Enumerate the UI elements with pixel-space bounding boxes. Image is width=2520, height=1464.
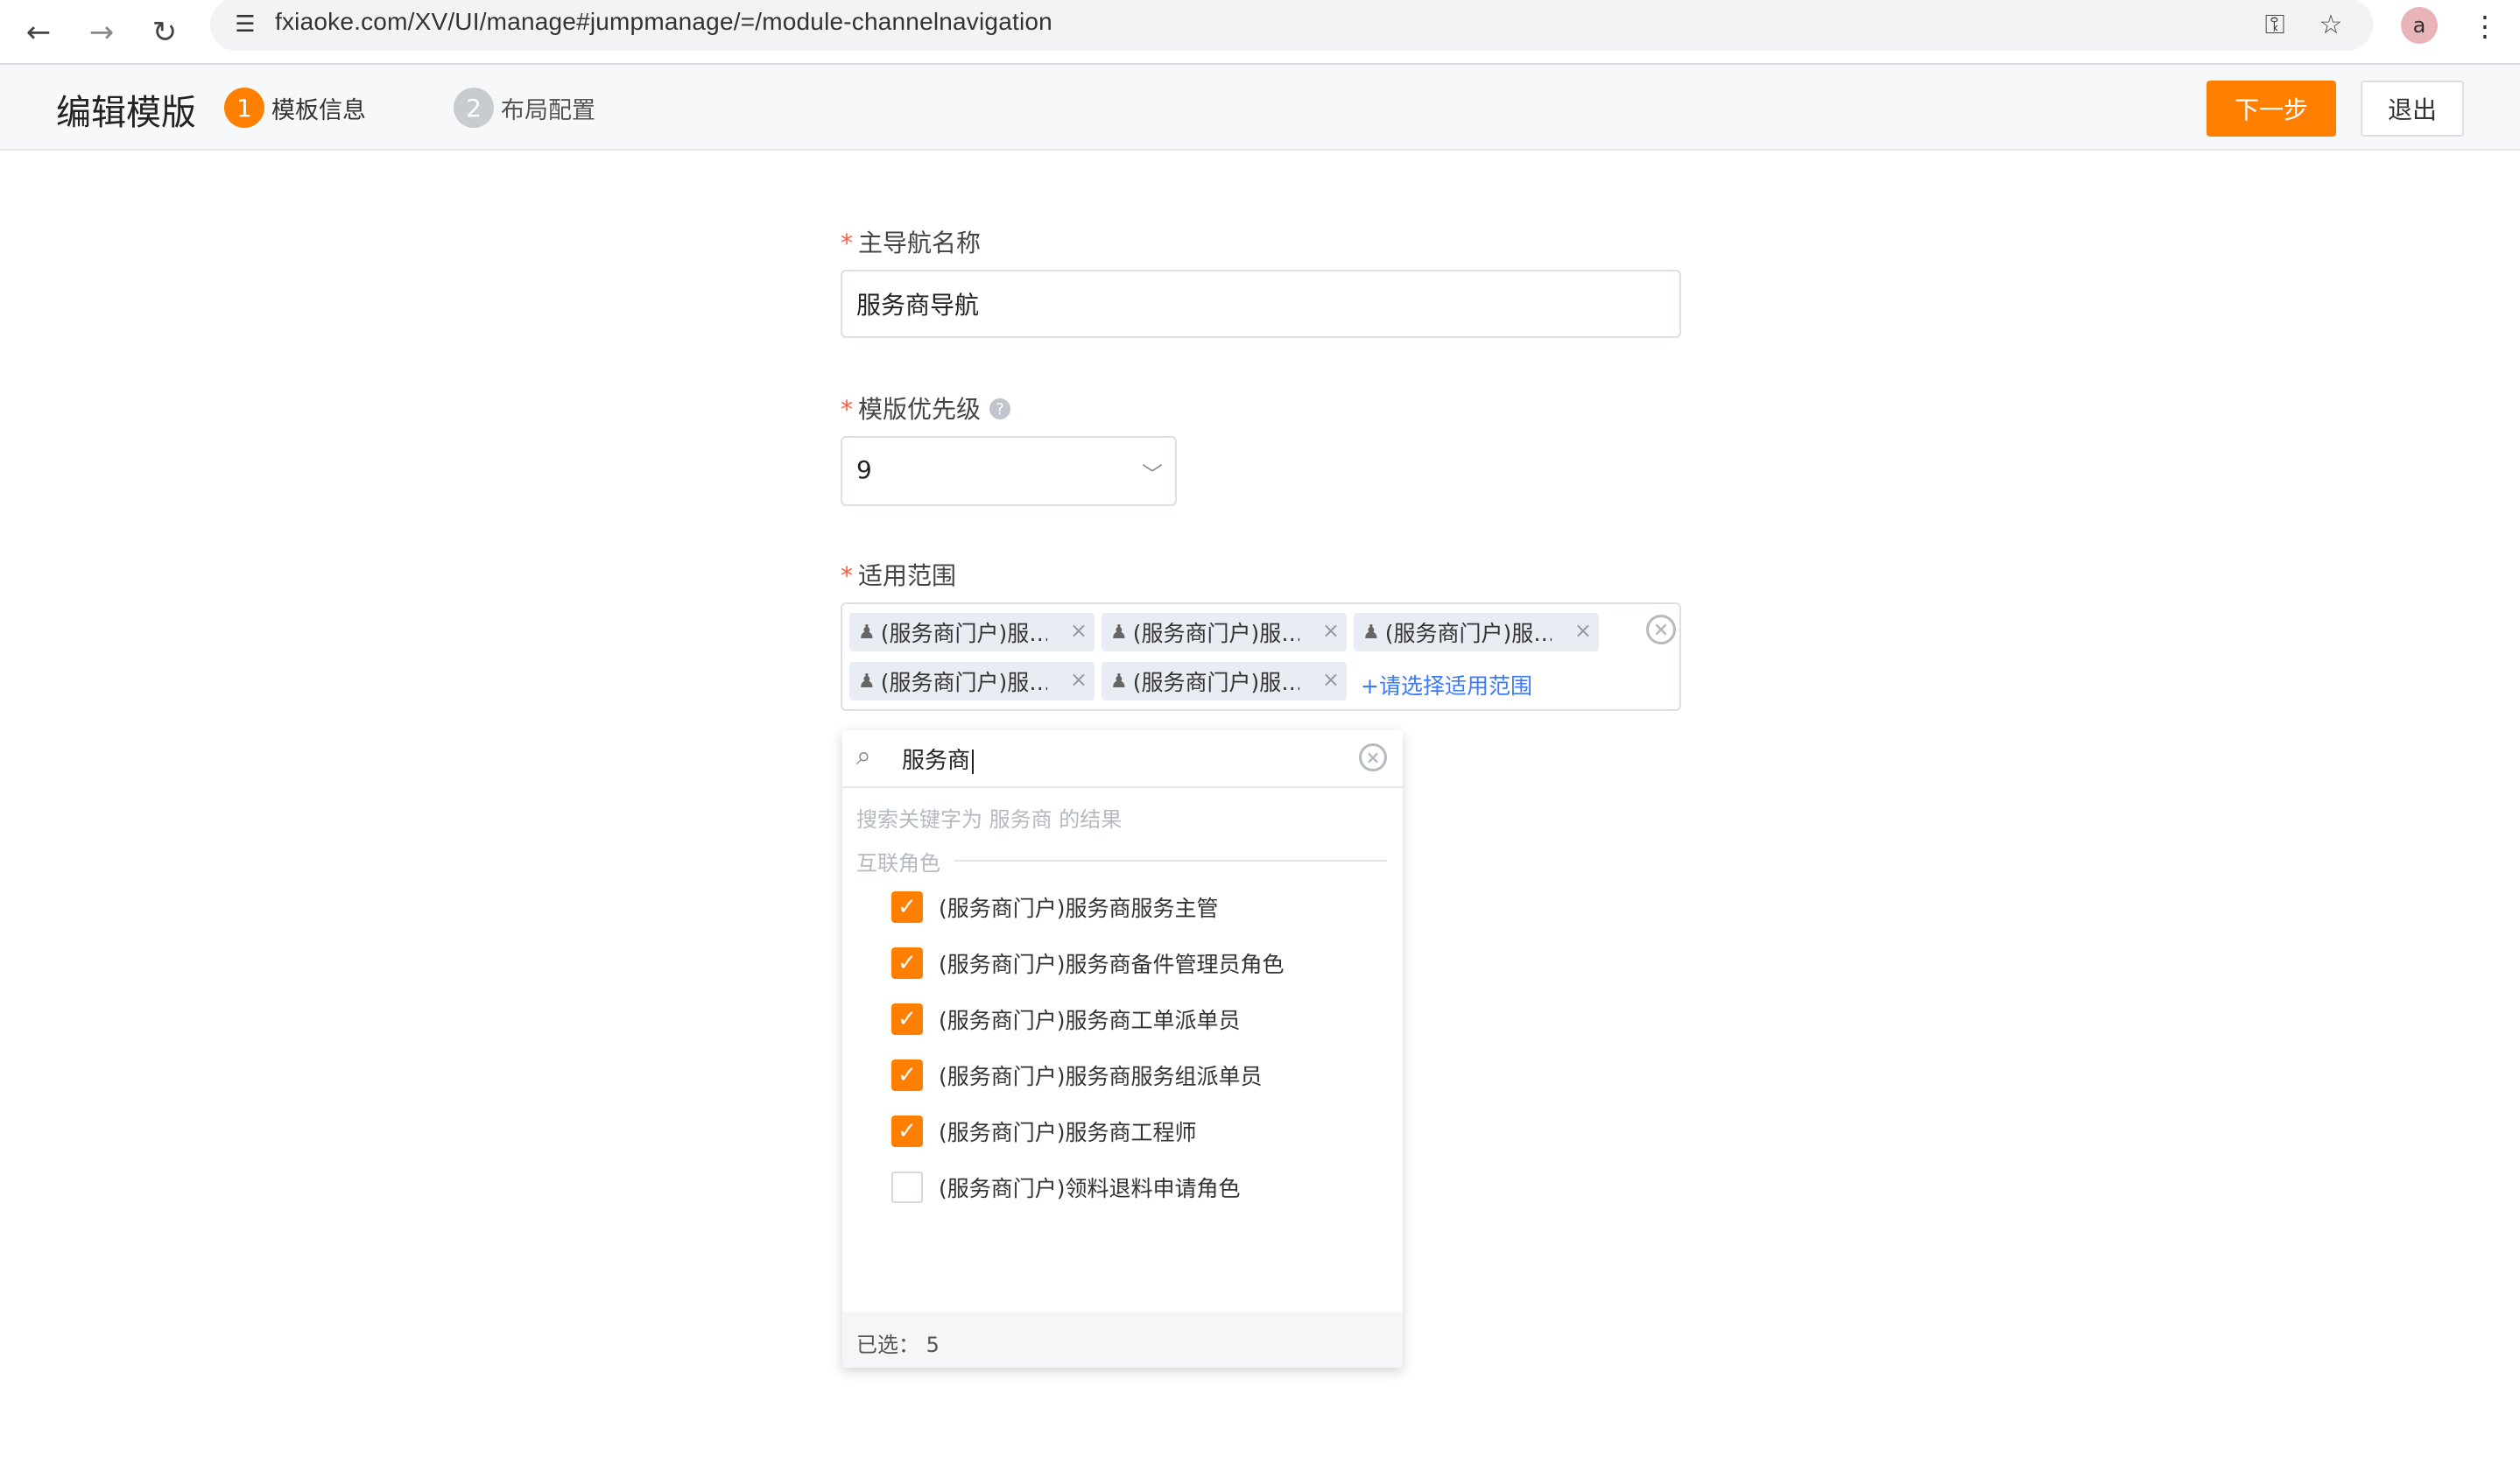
option-label: (服务商门户)服务商工程师: [939, 1120, 1197, 1145]
scope-tag: ♟ (服务商门户)服… ×: [1102, 662, 1347, 700]
scope-label: * 适用范围: [841, 557, 956, 592]
label-text: 主导航名称: [858, 229, 982, 257]
remove-tag-icon[interactable]: ×: [1070, 667, 1088, 692]
address-bar[interactable]: ☰ fxiaoke.com/XV/UI/manage#jumpmanage/=/…: [210, 0, 2373, 51]
option-label: (服务商门户)领料退料申请角色: [939, 1176, 1241, 1201]
tie-icon: ♟: [1110, 621, 1128, 644]
star-icon[interactable]: ☆: [2312, 5, 2350, 44]
option-item[interactable]: ✓ (服务商门户)服务商工程师: [891, 1114, 1197, 1149]
tie-icon: ♟: [858, 670, 876, 693]
scope-tag: ♟ (服务商门户)服… ×: [1354, 613, 1599, 651]
app-header: 编辑模版 1 模板信息 2 布局配置 下一步 退出: [0, 65, 2520, 151]
checkbox[interactable]: [891, 1172, 923, 1203]
clear-all-icon[interactable]: ×: [1646, 615, 1676, 644]
browser-toolbar: ← → ↻ ☰ fxiaoke.com/XV/UI/manage#jumpman…: [0, 0, 2520, 65]
tag-text: (服务商门户)服…: [880, 621, 1047, 646]
tag-text: (服务商门户)服…: [1132, 621, 1299, 646]
option-item[interactable]: ✓ (服务商门户)服务商备件管理员角色: [891, 946, 1285, 981]
checkbox[interactable]: ✓: [891, 891, 923, 923]
next-step-button[interactable]: 下一步: [2207, 81, 2336, 137]
checkbox[interactable]: ✓: [891, 947, 923, 979]
scope-tag: ♟ (服务商门户)服… ×: [1102, 613, 1347, 651]
nav-name-input[interactable]: 服务商导航: [841, 270, 1681, 338]
remove-tag-icon[interactable]: ×: [1574, 618, 1592, 643]
key-icon[interactable]: ⚿: [2256, 5, 2294, 44]
scope-tag-input[interactable]: ♟ (服务商门户)服… × ♟ (服务商门户)服… × ♟ (服务商门户)服… …: [841, 602, 1681, 711]
required-mark: *: [841, 229, 853, 257]
remove-tag-icon[interactable]: ×: [1322, 618, 1340, 643]
clear-search-icon[interactable]: ×: [1359, 743, 1387, 771]
site-info-icon[interactable]: ☰: [229, 9, 261, 40]
select-value: 9: [856, 455, 872, 484]
search-hint: 搜索关键字为 服务商 的结果: [856, 807, 1123, 832]
step-2: 2 布局配置: [454, 88, 595, 128]
help-icon[interactable]: ?: [989, 398, 1011, 419]
checkbox[interactable]: ✓: [891, 1116, 923, 1147]
back-arrow-icon[interactable]: ←: [14, 8, 63, 57]
dropdown-footer: 已选： 5: [842, 1312, 1403, 1368]
scope-tag: ♟ (服务商门户)服… ×: [849, 613, 1095, 651]
required-mark: *: [841, 395, 853, 424]
step-label: 布局配置: [501, 96, 595, 124]
nav-name-label: * 主导航名称: [841, 224, 981, 259]
dropdown-search[interactable]: ⌕ 服务商 ×: [842, 730, 1403, 788]
scope-dropdown: ⌕ 服务商 × 搜索关键字为 服务商 的结果 互联角色 ✓ (服务商门户)服务商…: [842, 730, 1403, 1368]
tag-text: (服务商门户)服…: [1384, 621, 1552, 646]
scope-tag: ♟ (服务商门户)服… ×: [849, 662, 1095, 700]
tie-icon: ♟: [1110, 670, 1128, 693]
step-label: 模板信息: [271, 96, 366, 124]
forward-arrow-icon[interactable]: →: [77, 8, 126, 57]
menu-icon[interactable]: ⋮: [2469, 4, 2501, 49]
step-1: 1 模板信息: [224, 88, 366, 128]
label-text: 模版优先级: [858, 395, 982, 424]
checkbox[interactable]: ✓: [891, 1059, 923, 1091]
search-icon: ⌕: [856, 741, 871, 771]
step-number: 1: [224, 88, 264, 128]
add-scope-link[interactable]: +请选择适用范围: [1361, 669, 1532, 700]
priority-label: * 模版优先级?: [841, 391, 1011, 426]
option-label: (服务商门户)服务商工单派单员: [939, 1008, 1241, 1033]
search-input[interactable]: 服务商: [902, 743, 974, 775]
option-item[interactable]: (服务商门户)领料退料申请角色: [891, 1170, 1241, 1205]
remove-tag-icon[interactable]: ×: [1070, 618, 1088, 643]
priority-select[interactable]: 9 ﹀: [841, 436, 1177, 506]
chevron-down-icon: ﹀: [1142, 462, 1163, 487]
page-title: 编辑模版: [56, 93, 196, 133]
option-label: (服务商门户)服务商服务组派单员: [939, 1064, 1263, 1089]
option-item[interactable]: ✓ (服务商门户)服务商服务组派单员: [891, 1058, 1263, 1093]
remove-tag-icon[interactable]: ×: [1322, 667, 1340, 692]
tie-icon: ♟: [1362, 621, 1380, 644]
option-item[interactable]: ✓ (服务商门户)服务商服务主管: [891, 890, 1219, 925]
label-text: 适用范围: [858, 561, 957, 590]
checkbox[interactable]: ✓: [891, 1003, 923, 1035]
required-mark: *: [841, 561, 853, 590]
tag-text: (服务商门户)服…: [880, 670, 1047, 695]
input-value: 服务商导航: [856, 291, 980, 320]
tie-icon: ♟: [858, 621, 876, 644]
step-number: 2: [454, 88, 494, 128]
url-text[interactable]: fxiaoke.com/XV/UI/manage#jumpmanage/=/mo…: [275, 8, 1052, 36]
reload-icon[interactable]: ↻: [140, 8, 189, 57]
group-divider: [954, 860, 1387, 862]
avatar[interactable]: a: [2401, 7, 2438, 44]
exit-button[interactable]: 退出: [2361, 81, 2464, 137]
option-item[interactable]: ✓ (服务商门户)服务商工单派单员: [891, 1002, 1241, 1037]
option-label: (服务商门户)服务商备件管理员角色: [939, 952, 1285, 977]
group-label: 互联角色: [856, 851, 940, 876]
option-label: (服务商门户)服务商服务主管: [939, 896, 1219, 921]
tag-text: (服务商门户)服…: [1132, 670, 1299, 695]
selected-count: 已选： 5: [856, 1333, 940, 1357]
